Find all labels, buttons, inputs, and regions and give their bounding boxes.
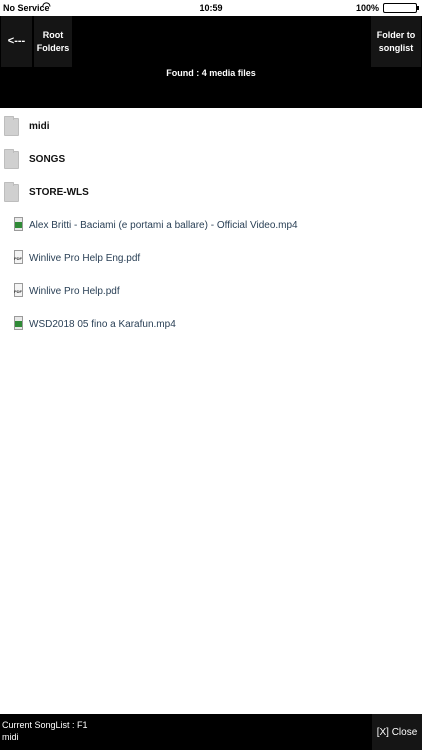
root-folders-button[interactable]: Root Folders: [34, 16, 72, 67]
list-item[interactable]: SONGS: [0, 143, 422, 176]
list-item-label: WSD2018 05 fino a Karafun.mp4: [29, 319, 176, 330]
list-item-label: Winlive Pro Help.pdf: [29, 286, 120, 297]
list-item-label: midi: [29, 121, 50, 132]
close-button[interactable]: [X] Close: [372, 714, 422, 750]
folder-icon: [4, 149, 19, 169]
status-bar: No Service ◠ 10:59 100%: [0, 0, 422, 16]
current-songlist: Current SongList : F1: [2, 720, 88, 730]
list-item[interactable]: Alex Britti - Baciami (e portami a balla…: [0, 209, 422, 242]
video-file-icon: [14, 316, 23, 330]
list-item-label: Winlive Pro Help Eng.pdf: [29, 253, 141, 264]
list-item[interactable]: Winlive Pro Help Eng.pdf: [0, 242, 422, 275]
found-count: Found : 4 media files: [166, 68, 256, 78]
video-file-icon: [14, 217, 23, 231]
pdf-file-icon: [14, 283, 23, 297]
footer-bar: Current SongList : F1 midi [X] Close: [0, 714, 422, 750]
list-item[interactable]: WSD2018 05 fino a Karafun.mp4: [0, 308, 422, 341]
folder-icon: [4, 182, 19, 202]
battery-icon: [383, 3, 419, 13]
file-list: midi SONGS STORE-WLS Alex Britti - Bacia…: [0, 108, 422, 714]
list-item-label: SONGS: [29, 154, 66, 165]
toolbar: <--- Root Folders Folder to songlist: [0, 16, 422, 68]
list-item[interactable]: Winlive Pro Help.pdf: [0, 275, 422, 308]
results-header: Found : 4 media files: [0, 68, 422, 108]
folder-icon: [4, 116, 19, 136]
back-button[interactable]: <---: [1, 16, 32, 67]
list-item[interactable]: STORE-WLS: [0, 176, 422, 209]
list-item-label: STORE-WLS: [29, 187, 89, 198]
current-folder: midi: [2, 732, 19, 742]
pdf-file-icon: [14, 250, 23, 264]
battery-percent: 100%: [355, 3, 379, 13]
folder-to-songlist-button[interactable]: Folder to songlist: [371, 16, 421, 67]
list-item-label: Alex Britti - Baciami (e portami a balla…: [29, 220, 298, 231]
list-item[interactable]: midi: [0, 110, 422, 143]
